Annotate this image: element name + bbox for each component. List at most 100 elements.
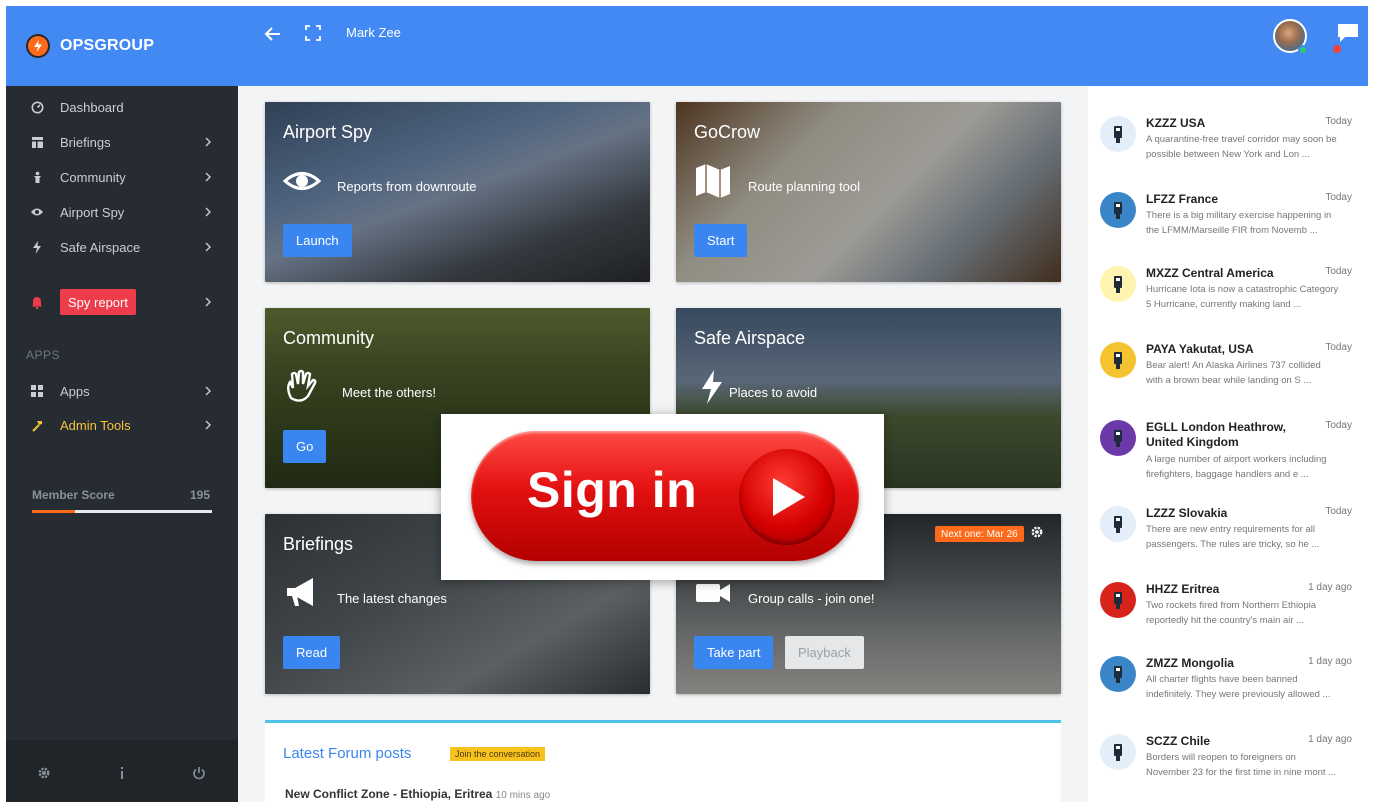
news-item[interactable]: LZZZ Slovakia Today There are new entry re… — [1088, 498, 1368, 572]
hammer-icon — [30, 418, 44, 432]
start-button[interactable]: Start — [694, 224, 748, 257]
top-header: OPSGROUP Mark Zee — [6, 6, 1368, 86]
signin-button[interactable]: Sign in — [471, 431, 859, 561]
news-time: Today — [1325, 506, 1352, 517]
sidebar-item-label: Dashboard — [60, 99, 124, 115]
sidebar-item-label: Admin Tools — [60, 417, 131, 433]
news-item[interactable]: ZMZZ Mongolia 1 day ago All charter flight… — [1088, 648, 1368, 722]
spy-report-badge[interactable]: Spy report — [60, 289, 136, 315]
next-call-badge: Next one: Mar 26 — [935, 526, 1024, 542]
chevron-right-icon — [205, 242, 211, 252]
sidebar: Dashboard Briefings Community Airport Sp… — [6, 86, 238, 802]
eye-icon — [283, 172, 321, 190]
power-icon[interactable] — [192, 766, 206, 780]
news-line-2: with a brown bear while landing on S ... — [1146, 375, 1312, 386]
news-line-1: A large number of airport workers includ… — [1146, 454, 1327, 465]
card-gocrow[interactable]: GoCrow Route planning tool Start — [676, 102, 1061, 282]
online-status-dot — [1298, 45, 1308, 55]
procedure-icon — [1100, 506, 1136, 542]
briefings-icon — [30, 135, 44, 149]
sidebar-item-admin-tools[interactable]: Admin Tools — [6, 410, 238, 440]
card-title: Community — [283, 328, 375, 348]
news-title: SCZZ Chile — [1146, 734, 1211, 748]
card-subtitle: Reports from downroute — [337, 179, 477, 194]
news-time: Today — [1325, 116, 1352, 127]
card-subtitle: Meet the others! — [342, 385, 436, 400]
sidebar-item-apps[interactable]: Apps — [6, 376, 238, 406]
sidebar-item-label: Community — [60, 169, 126, 185]
chat-icon[interactable] — [1336, 22, 1360, 44]
card-subtitle: Route planning tool — [748, 179, 861, 194]
news-item[interactable]: KZZZ USA Today A quarantine-free travel co… — [1088, 108, 1368, 182]
news-item[interactable]: LFZZ France Today There is a big military … — [1088, 184, 1368, 258]
sidebar-item-spy-report[interactable]: Spy report — [6, 289, 238, 315]
news-title: EGLL London Heathrow, United Kingdom — [1146, 420, 1286, 449]
news-item[interactable]: SCZZ Chile 1 day ago Borders will reopen t… — [1088, 726, 1368, 800]
news-line-1: All charter flights have been banned — [1146, 674, 1298, 685]
take-part-button[interactable]: Take part — [694, 636, 774, 669]
news-item[interactable]: HHZZ Eritrea 1 day ago Two rockets fired f… — [1088, 574, 1368, 648]
sidebar-item-label: Apps — [60, 383, 90, 399]
forum-post-link[interactable]: New Conflict Zone - Ethiopia, Eritrea 10… — [285, 787, 550, 801]
news-line-2: reportedly hit the country's main air ..… — [1146, 615, 1305, 626]
news-time: 1 day ago — [1308, 734, 1352, 745]
news-item[interactable]: PAYA Yakutat, USA Today Bear alert! An Ala… — [1088, 334, 1368, 408]
signin-overlay: Sign in — [441, 414, 884, 580]
member-score-fill — [32, 510, 76, 513]
map-icon — [696, 164, 730, 198]
gear-icon[interactable] — [37, 766, 51, 780]
sidebar-item-community[interactable]: Community — [6, 162, 238, 192]
chevron-right-icon — [205, 137, 211, 147]
news-line-2: passengers. The rules are tricky, so he … — [1146, 539, 1320, 550]
news-time: Today — [1325, 420, 1352, 431]
brand[interactable]: OPSGROUP — [6, 6, 238, 86]
card-airport-spy[interactable]: Airport Spy Reports from downroute Launc… — [265, 102, 650, 282]
sidebar-item-dashboard[interactable]: Dashboard — [6, 92, 238, 122]
sidebar-item-safe-airspace[interactable]: Safe Airspace — [6, 232, 238, 262]
airspace-icon — [1100, 656, 1136, 692]
news-item[interactable]: EGLL London Heathrow, United Kingdom Toda… — [1088, 412, 1368, 486]
forum-panel: Latest Forum posts Join the conversation… — [265, 720, 1061, 802]
fullscreen-icon[interactable] — [304, 24, 322, 42]
chevron-right-icon — [205, 420, 211, 430]
signin-label: Sign in — [527, 462, 698, 518]
card-title: Safe Airspace — [694, 328, 806, 348]
eye-icon — [30, 205, 44, 219]
procedure-icon — [1100, 734, 1136, 770]
forum-post-time: 10 mins ago — [495, 790, 551, 801]
news-time: Today — [1325, 266, 1352, 277]
playback-button[interactable]: Playback — [785, 636, 864, 669]
member-score-label: Member Score — [32, 488, 115, 502]
join-conversation-badge[interactable]: Join the conversation — [450, 747, 546, 761]
sidebar-item-briefings[interactable]: Briefings — [6, 127, 238, 157]
sidebar-item-label: Briefings — [60, 134, 111, 150]
news-title: LZZZ Slovakia — [1146, 506, 1228, 520]
notification-dot — [1331, 43, 1343, 55]
card-title: Airport Spy — [283, 122, 373, 142]
forum-title: Latest Forum posts — [283, 745, 412, 762]
news-title: KZZZ USA — [1146, 116, 1206, 130]
sidebar-footer — [6, 740, 238, 802]
news-line-2: firefighters, baggage handlers and e ... — [1146, 469, 1309, 480]
news-line-1: There are new entry requirements for all — [1146, 524, 1315, 535]
news-time: 1 day ago — [1308, 656, 1352, 667]
info-icon[interactable] — [115, 766, 129, 780]
news-item[interactable]: MXZZ Central America Today Hurricane Iota … — [1088, 258, 1368, 332]
sidebar-item-airport-spy[interactable]: Airport Spy — [6, 197, 238, 227]
go-button[interactable]: Go — [283, 430, 327, 463]
news-line-2: November 23 for the first time in nine m… — [1146, 767, 1337, 778]
forum-post-title: New Conflict Zone - Ethiopia, Eritrea — [285, 787, 493, 801]
news-line-1: Hurricane Iota is now a catastrophic Cat… — [1146, 284, 1339, 295]
back-arrow-icon[interactable] — [263, 24, 283, 44]
read-button[interactable]: Read — [283, 636, 341, 669]
gear-icon[interactable] — [1030, 525, 1044, 539]
grid-icon — [30, 384, 44, 398]
news-line-1: A quarantine-free travel corridor may so… — [1146, 134, 1337, 145]
news-title: ZMZZ Mongolia — [1146, 656, 1234, 670]
news-line-1: There is a big military exercise happeni… — [1146, 210, 1332, 221]
header-user-name[interactable]: Mark Zee — [346, 25, 401, 40]
launch-button[interactable]: Launch — [283, 224, 352, 257]
play-icon — [739, 449, 835, 545]
member-score-value: 195 — [190, 488, 211, 502]
news-feed: KZZZ USA Today A quarantine-free travel co… — [1088, 86, 1368, 802]
